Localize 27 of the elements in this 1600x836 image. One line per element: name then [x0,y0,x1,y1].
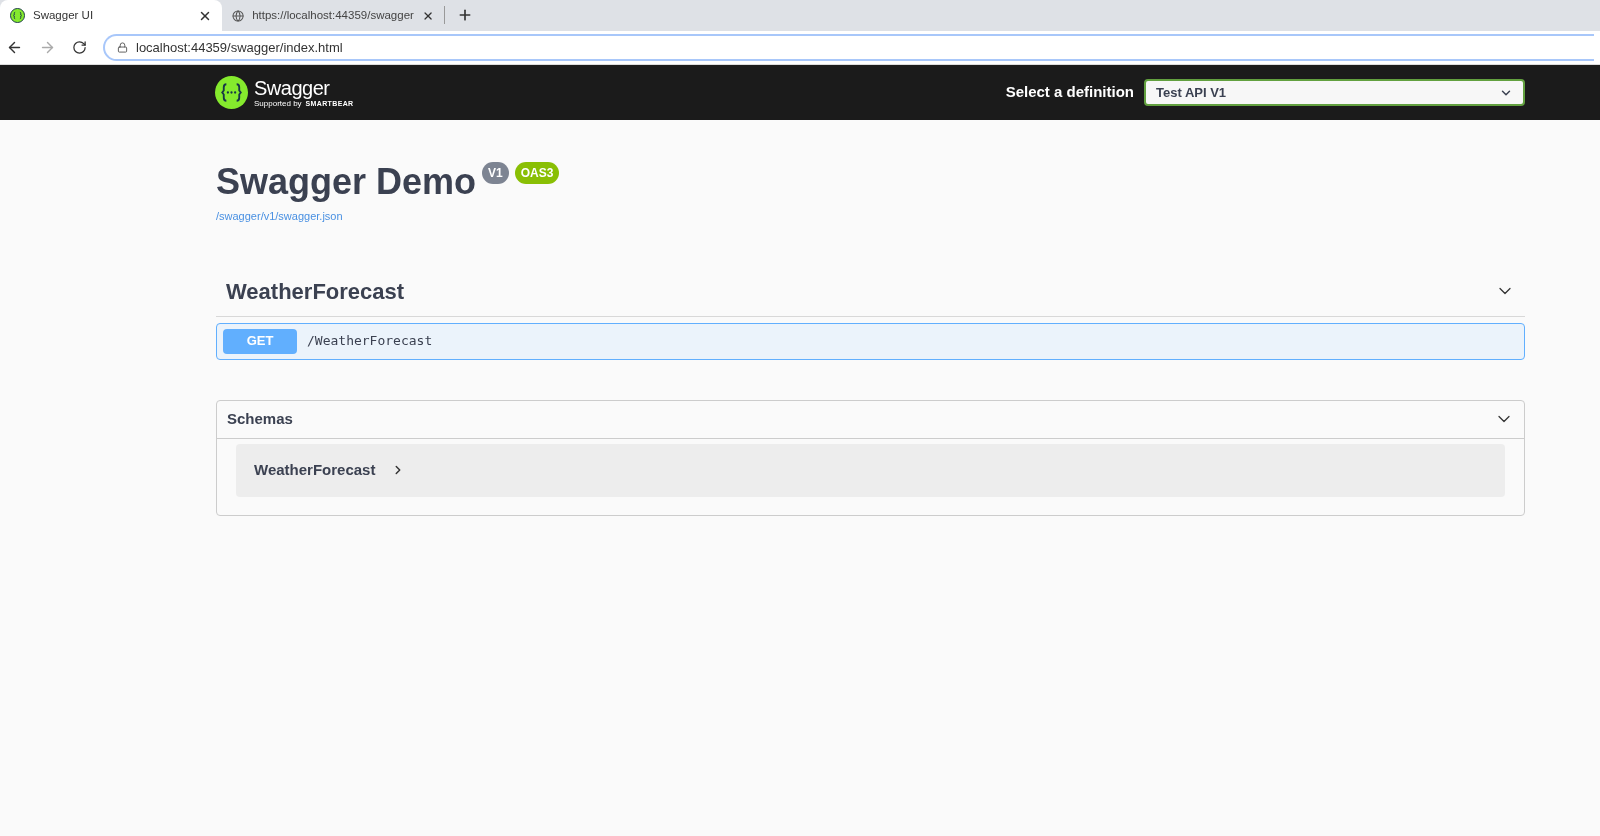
definition-select[interactable]: Test API V1 [1144,79,1525,106]
tag-header[interactable]: WeatherForecast [216,274,1525,317]
tab-title: https://localhost:44359/swagger [252,7,414,23]
definition-label: Select a definition [1005,82,1134,103]
back-icon[interactable] [6,39,23,56]
oas-badge: OAS3 [514,162,560,184]
globe-icon [232,8,245,23]
browser-tab[interactable]: Swagger UI [0,0,222,31]
url-text: localhost:44359/swagger/index.html [136,38,343,57]
version-badge: V1 [482,162,509,184]
reload-icon[interactable] [72,40,87,55]
schema-model[interactable]: WeatherForecast [236,443,1505,497]
operation-row[interactable]: GET /WeatherForecast [216,322,1525,360]
operation-path: /WeatherForecast [307,332,433,351]
new-tab-icon[interactable] [457,7,473,23]
address-bar[interactable]: localhost:44359/swagger/index.html [103,34,1594,61]
api-title: Swagger Demo [216,164,477,200]
model-name: WeatherForecast [254,459,376,480]
schemas-header[interactable]: Schemas [217,400,1524,439]
browser-tab[interactable]: https://localhost:44359/swagger [222,0,444,31]
lock-icon [117,42,128,53]
logo-subtext: Supported by [254,99,302,108]
method-badge: GET [223,328,297,354]
swagger-logo-icon [215,76,248,109]
logo-icon [10,8,25,23]
logo-text: Swagger [254,77,331,98]
tab-title: Swagger UI [33,7,95,23]
